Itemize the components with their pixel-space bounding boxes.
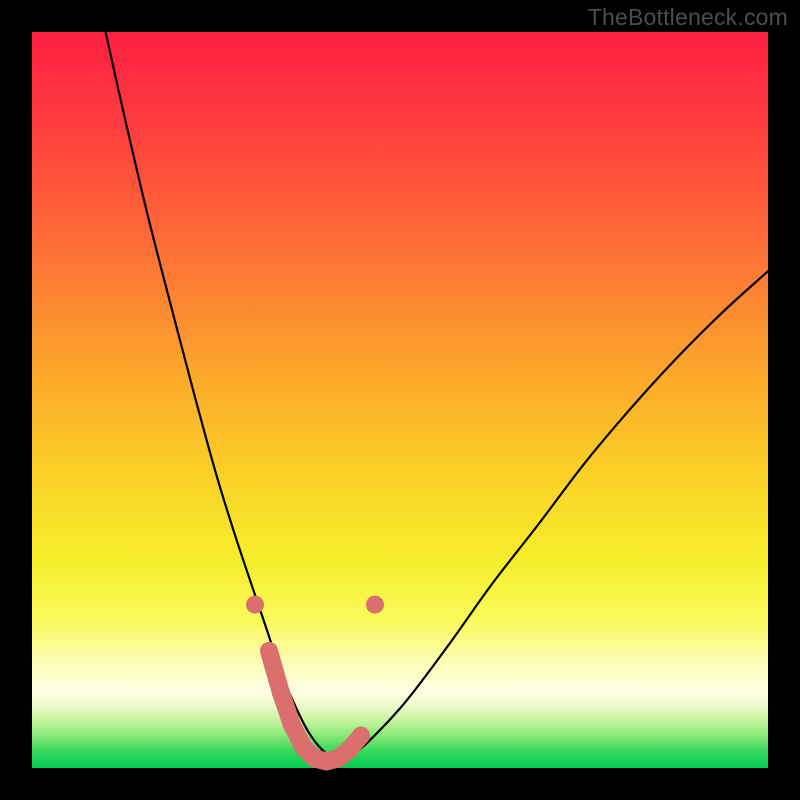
highlight-point <box>246 596 264 614</box>
highlight-point <box>283 716 301 734</box>
highlight-point <box>260 642 278 660</box>
highlight-point <box>340 741 358 759</box>
bottleneck-chart <box>0 0 800 800</box>
watermark-text: TheBottleneck.com <box>588 4 788 31</box>
highlight-point <box>366 596 384 614</box>
chart-stage: TheBottleneck.com <box>0 0 800 800</box>
plot-gradient <box>32 32 768 768</box>
highlight-point <box>272 683 290 701</box>
highlight-point <box>352 727 370 745</box>
